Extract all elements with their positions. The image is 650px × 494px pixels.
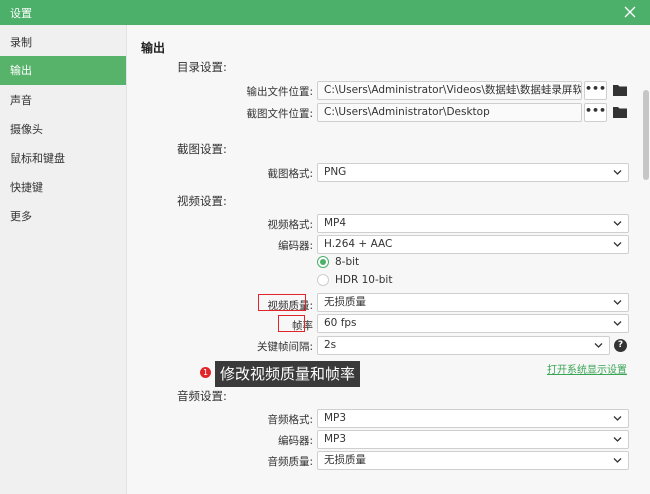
video-quality-value: 无损质量 xyxy=(324,296,366,308)
settings-panel: 输出 目录设置: 输出文件位置: C:\Users\Administrator\… xyxy=(127,25,650,494)
video-quality-select[interactable]: 无损质量 xyxy=(317,293,629,312)
video-format-value: MP4 xyxy=(324,217,347,229)
chevron-down-icon xyxy=(613,458,622,463)
directory-settings-title: 目录设置: xyxy=(177,60,227,74)
output-location-field[interactable]: C:\Users\Administrator\Videos\数据蛙\数据蛙录屏软… xyxy=(317,81,582,100)
open-display-settings-link[interactable]: 打开系统显示设置 xyxy=(547,361,627,376)
sidebar-item-hotkeys[interactable]: 快捷键 xyxy=(0,173,126,202)
framerate-value: 60 fps xyxy=(324,317,357,329)
window-title: 设置 xyxy=(10,7,32,20)
screenshot-format-select[interactable]: PNG xyxy=(317,163,629,182)
video-settings-title: 视频设置: xyxy=(177,194,227,208)
screenshot-format-value: PNG xyxy=(324,166,347,178)
audio-quality-value: 无损质量 xyxy=(324,454,366,466)
keyframe-interval-label: 关键帧间隔: xyxy=(256,341,313,353)
audio-settings-title: 音频设置: xyxy=(177,389,227,403)
screenshot-folder-icon[interactable] xyxy=(613,106,627,118)
chevron-down-icon xyxy=(613,221,622,226)
audio-encoder-label: 编码器: xyxy=(277,435,313,447)
video-format-label: 视频格式: xyxy=(267,219,313,231)
screenshot-settings-title: 截图设置: xyxy=(177,142,227,156)
sidebar: 录制 输出 声音 摄像头 鼠标和键盘 快捷键 更多 xyxy=(0,25,126,494)
framerate-select[interactable]: 60 fps xyxy=(317,314,629,333)
screenshot-browse-button[interactable]: ••• xyxy=(584,103,607,122)
bitdepth-hdr-label: HDR 10-bit xyxy=(335,274,393,286)
title-bar: 设置 xyxy=(0,0,650,25)
annotation-badge: 1 xyxy=(200,367,211,378)
chevron-down-icon xyxy=(613,437,622,442)
audio-format-select[interactable]: MP3 xyxy=(317,409,629,428)
sidebar-item-sound[interactable]: 声音 xyxy=(0,86,126,115)
sidebar-item-record[interactable]: 录制 xyxy=(0,28,126,57)
audio-quality-label: 音频质量: xyxy=(267,456,313,468)
chevron-down-icon xyxy=(594,343,603,348)
chevron-down-icon xyxy=(613,416,622,421)
section-title: 输出 xyxy=(141,41,166,55)
audio-format-value: MP3 xyxy=(324,412,347,424)
video-encoder-label: 编码器: xyxy=(277,240,313,252)
screenshot-format-label: 截图格式: xyxy=(267,168,313,180)
sidebar-item-output[interactable]: 输出 xyxy=(0,56,126,85)
framerate-highlight xyxy=(278,315,305,332)
scrollbar-thumb[interactable] xyxy=(643,90,649,180)
video-format-select[interactable]: MP4 xyxy=(317,214,629,233)
audio-encoder-select[interactable]: MP3 xyxy=(317,430,629,449)
close-icon[interactable] xyxy=(622,4,638,20)
sidebar-item-camera[interactable]: 摄像头 xyxy=(0,115,126,144)
video-encoder-select[interactable]: H.264 + AAC xyxy=(317,235,629,254)
bitdepth-8bit-label: 8-bit xyxy=(335,256,360,268)
video-encoder-value: H.264 + AAC xyxy=(324,238,393,250)
sidebar-item-mouse-keyboard[interactable]: 鼠标和键盘 xyxy=(0,144,126,173)
chevron-down-icon xyxy=(613,170,622,175)
sidebar-item-more[interactable]: 更多 xyxy=(0,202,126,231)
chevron-down-icon xyxy=(613,300,622,305)
output-browse-button[interactable]: ••• xyxy=(584,81,607,100)
screenshot-location-label: 截图文件位置: xyxy=(246,108,313,120)
audio-format-label: 音频格式: xyxy=(267,414,313,426)
video-quality-highlight xyxy=(258,294,306,311)
keyframe-interval-value: 2s xyxy=(324,339,337,351)
keyframe-interval-select[interactable]: 2s xyxy=(317,336,610,355)
chevron-down-icon xyxy=(613,321,622,326)
output-location-label: 输出文件位置: xyxy=(246,86,313,98)
annotation-callout: 修改视频质量和帧率 xyxy=(215,361,361,387)
bitdepth-hdr-radio[interactable] xyxy=(317,274,329,286)
audio-quality-select[interactable]: 无损质量 xyxy=(317,451,629,470)
chevron-down-icon xyxy=(613,242,622,247)
audio-encoder-value: MP3 xyxy=(324,433,347,445)
output-folder-icon[interactable] xyxy=(613,84,627,96)
help-icon[interactable]: ? xyxy=(614,339,627,352)
bitdepth-8bit-radio[interactable] xyxy=(317,256,329,268)
screenshot-location-field[interactable]: C:\Users\Administrator\Desktop xyxy=(317,103,582,122)
